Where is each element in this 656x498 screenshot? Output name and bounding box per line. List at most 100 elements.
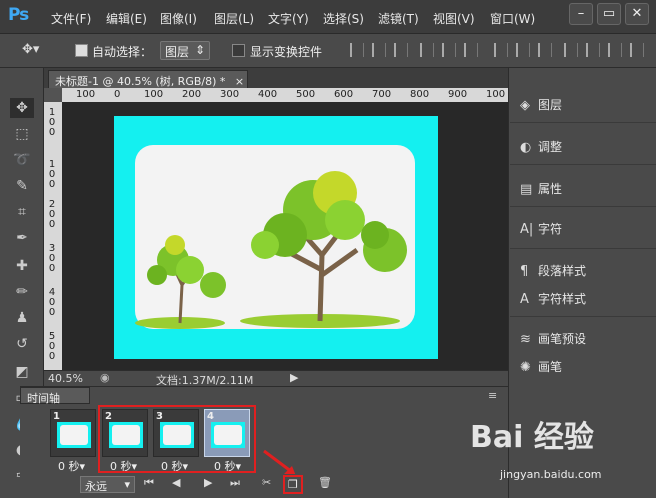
panel-properties[interactable]: ▤ 属性	[520, 180, 562, 197]
align-bottom-icon[interactable]	[394, 43, 408, 57]
history-brush-tool-icon[interactable]: ↺	[10, 334, 34, 354]
distribute-left-icon[interactable]	[564, 43, 578, 57]
panel-character[interactable]: A| 字符	[520, 220, 562, 237]
ruler-label: 5 0 0	[48, 331, 56, 362]
distribute-top-icon[interactable]	[494, 43, 508, 57]
menu-file[interactable]: 文件(F)	[51, 10, 91, 27]
timeline-tab[interactable]: 时间轴	[20, 387, 90, 405]
first-frame-icon[interactable]: ⏮	[144, 476, 154, 490]
brush-presets-icon: ≋	[520, 332, 531, 347]
ruler-label: 300	[220, 89, 240, 100]
frame-number: 1	[53, 411, 60, 422]
panel-label: 画笔预设	[538, 332, 587, 346]
align-left-icon[interactable]	[420, 43, 434, 57]
loop-options-dropdown[interactable]: 永远 ▾	[80, 476, 135, 493]
loop-value: 永远	[85, 480, 107, 493]
menu-view[interactable]: 视图(V)	[433, 10, 475, 27]
show-transform-checkbox[interactable]	[232, 44, 245, 57]
character-styles-icon: A	[520, 292, 529, 307]
eyedropper-tool-icon[interactable]: ✒	[10, 228, 34, 248]
restore-icon[interactable]: ▭	[597, 3, 621, 25]
menu-type[interactable]: 文字(Y)	[268, 10, 309, 27]
marquee-tool-icon[interactable]: ⬚	[10, 124, 34, 144]
panel-divider	[510, 164, 656, 165]
menu-filter[interactable]: 滤镜(T)	[378, 10, 419, 27]
move-tool-icon[interactable]: ✥▾	[22, 42, 39, 57]
distribute-bottom-icon[interactable]	[538, 43, 552, 57]
panel-label: 字符	[538, 222, 563, 236]
distribute-hcenter-icon[interactable]	[586, 43, 600, 57]
close-icon[interactable]: ✕	[625, 3, 649, 25]
align-right-icon[interactable]	[464, 43, 478, 57]
frame-delay[interactable]: 0 秒▾	[58, 458, 85, 474]
menu-window[interactable]: 窗口(W)	[490, 10, 535, 27]
panel-adjustments[interactable]: ◐ 调整	[520, 138, 562, 155]
auto-select-value: 图层	[165, 45, 190, 59]
previous-frame-icon[interactable]: ◀	[172, 476, 180, 489]
status-menu-arrow-icon[interactable]: ▶	[290, 371, 298, 384]
trash-icon[interactable]: 🗑	[318, 476, 332, 489]
eraser-tool-icon[interactable]: ◩	[10, 362, 34, 382]
menu-image[interactable]: 图像(I)	[160, 10, 197, 27]
panel-paragraph-styles[interactable]: ¶ 段落样式	[520, 262, 586, 279]
status-bar: 40.5% ◉ 文档:1.37M/2.11M ▶	[44, 370, 508, 387]
align-hcenter-icon[interactable]	[442, 43, 456, 57]
panel-character-styles[interactable]: A 字符样式	[520, 290, 586, 307]
auto-select-checkbox[interactable]	[75, 44, 88, 57]
auto-select-dropdown[interactable]: 图层 ⇕	[160, 41, 210, 60]
brush-icon: ✺	[520, 360, 531, 375]
auto-align-icon[interactable]	[630, 43, 644, 57]
next-frame-icon[interactable]: ⏭	[230, 476, 240, 490]
watermark-url: jingyan.baidu.com	[500, 468, 602, 481]
panel-menu-icon[interactable]: ≡	[488, 389, 497, 402]
healing-tool-icon[interactable]: ✚	[10, 256, 34, 276]
move-tool-icon[interactable]: ✥	[10, 98, 34, 118]
panel-divider	[510, 206, 656, 207]
panel-label: 属性	[538, 182, 563, 196]
tween-icon[interactable]: ✂	[262, 476, 271, 489]
menu-layer[interactable]: 图层(L)	[214, 10, 254, 27]
horizontal-ruler: 100 0 100 200 300 400 500 600 700 800 90…	[62, 88, 508, 102]
ruler-label: 400	[258, 89, 278, 100]
panel-brush-presets[interactable]: ≋ 画笔预设	[520, 330, 586, 347]
layers-icon: ◈	[520, 98, 530, 113]
align-vcenter-icon[interactable]	[372, 43, 386, 57]
ruler-label: 100	[486, 89, 506, 100]
brush-tool-icon[interactable]: ✏	[10, 282, 34, 302]
zoom-level[interactable]: 40.5%	[48, 372, 83, 385]
duplicate-frame-button[interactable]: ❐	[283, 475, 303, 494]
menu-edit[interactable]: 编辑(E)	[106, 10, 147, 27]
panel-brush[interactable]: ✺ 画笔	[520, 358, 562, 375]
lasso-tool-icon[interactable]: ➰	[10, 150, 34, 170]
ruler-label: 100	[76, 89, 96, 100]
ruler-label: 1 0 0	[48, 107, 56, 138]
frame-thumbnail	[57, 422, 91, 448]
menu-bar: Ps 文件(F) 编辑(E) 图像(I) 图层(L) 文字(Y) 选择(S) 滤…	[0, 0, 656, 34]
ruler-label: 200	[182, 89, 202, 100]
crop-tool-icon[interactable]: ⌗	[10, 202, 34, 222]
document-tab[interactable]: 未标题-1 @ 40.5% (树, RGB/8) * ×	[48, 70, 248, 88]
align-top-icon[interactable]	[350, 43, 364, 57]
timeline-frame[interactable]: 1	[50, 409, 96, 457]
minimize-icon[interactable]: –	[569, 3, 593, 25]
menu-select[interactable]: 选择(S)	[323, 10, 364, 27]
quick-select-tool-icon[interactable]: ✎	[10, 176, 34, 196]
ruler-label: 500	[296, 89, 316, 100]
baidu-watermark: Bai 经验	[470, 420, 594, 455]
auto-select-label: 自动选择：	[92, 45, 153, 59]
status-options-icon[interactable]: ◉	[100, 371, 110, 384]
distribute-vcenter-icon[interactable]	[516, 43, 530, 57]
distribute-right-icon[interactable]	[608, 43, 622, 57]
show-transform-label: 显示变换控件	[250, 45, 323, 59]
panel-divider	[510, 316, 656, 317]
ruler-label: 2 0 0	[48, 199, 56, 230]
panel-layers[interactable]: ◈ 图层	[520, 96, 562, 113]
ruler-label: 600	[334, 89, 354, 100]
panel-label: 图层	[538, 98, 563, 112]
tab-close-icon[interactable]: ×	[235, 75, 244, 88]
paragraph-styles-icon: ¶	[520, 264, 529, 279]
panel-label: 画笔	[538, 360, 563, 374]
ruler-label: 3 0 0	[48, 243, 56, 274]
play-icon[interactable]: ▶	[204, 476, 212, 489]
stamp-tool-icon[interactable]: ♟	[10, 308, 34, 328]
